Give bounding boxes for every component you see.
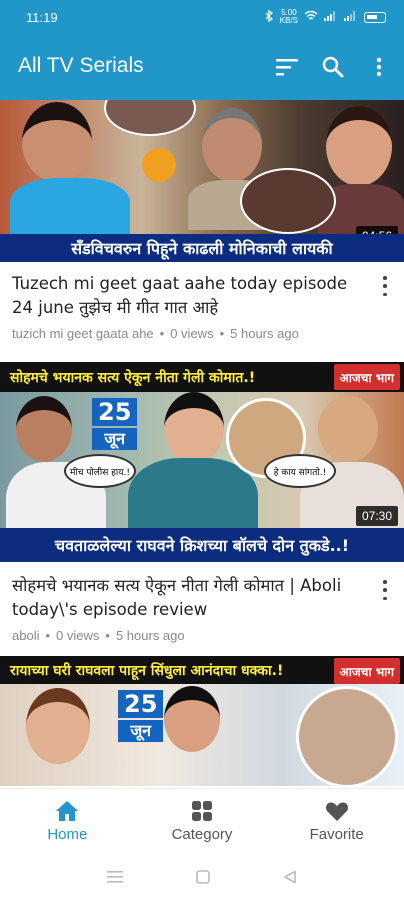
status-bar: 11:19 5.00 KB/S [0, 0, 404, 36]
video-title[interactable]: Tuzech mi geet gaat aahe today episode 2… [12, 272, 370, 320]
video-subtitle: aboli • 0 views • 5 hours ago [12, 628, 185, 643]
thumbnail-inset [240, 168, 336, 234]
nav-label-favorite: Favorite [309, 825, 364, 843]
speech-bubble: हे काय सांगतो.! [264, 454, 336, 488]
nav-label-category: Category [171, 826, 233, 843]
heart-icon [325, 802, 348, 821]
video-thumbnail[interactable]: रायाच्या घरी राघवला पाहून सिंधुला आनंदाच… [0, 656, 404, 786]
video-meta[interactable]: सोहमचे भयानक सत्य ऐकून नीता गेली कोमात |… [0, 574, 404, 654]
video-channel: tuzich mi geet gaata ahe [12, 326, 154, 341]
video-views: 0 views [170, 326, 214, 341]
video-card[interactable]: रायाच्या घरी राघवला पाहून सिंधुला आनंदाच… [0, 656, 404, 786]
signal-icon [324, 10, 338, 24]
video-time: 5 hours ago [115, 628, 185, 643]
category-grid-icon [192, 801, 212, 821]
date-month: जून [92, 428, 138, 450]
video-title[interactable]: सोहमचे भयानक सत्य ऐकून नीता गेली कोमात |… [12, 574, 370, 622]
menu-icon[interactable] [106, 870, 123, 884]
thumbnail-inset [296, 686, 398, 786]
app-bar: All TV Serials [0, 36, 404, 100]
video-thumbnail[interactable]: 04:56 सँडविचवरुन पिहूने काढली मोनिकाची ल… [0, 100, 404, 262]
thumbnail-date-badge: 25 जून [118, 690, 164, 742]
thumbnail-banner: सँडविचवरुन पिहूने काढली मोनिकाची लायकी [0, 234, 404, 262]
sort-icon[interactable] [274, 54, 300, 80]
date-number: 25 [92, 398, 138, 426]
home-icon [56, 801, 79, 821]
nav-label-home: Home [47, 826, 88, 843]
status-icons: 5.00 KB/S [265, 9, 386, 25]
date-number: 25 [118, 690, 164, 718]
more-vert-icon[interactable] [366, 54, 392, 80]
bottom-navigation: Home Category Favorite [0, 788, 404, 854]
status-time: 11:19 [26, 10, 58, 25]
video-card[interactable]: सोहमचे भयानक सत्य ऐकून नीता गेली कोमात.!… [0, 362, 404, 654]
thumbnail-tag: आजचा भाग [333, 364, 400, 390]
thumbnail-banner: चवताळलेल्या राघवने क्रिशच्या बॉलचे दोन त… [0, 528, 404, 562]
search-icon[interactable] [320, 54, 346, 80]
bluetooth-icon [265, 9, 274, 25]
video-thumbnail[interactable]: सोहमचे भयानक सत्य ऐकून नीता गेली कोमात.!… [0, 362, 404, 584]
system-navigation-bar [0, 854, 404, 900]
video-subtitle: tuzich mi geet gaata ahe • 0 views • 5 hours… [12, 326, 299, 341]
speech-bubble: मीच पोलीस हाय.! [64, 454, 136, 488]
network-speed: 5.00 KB/S [280, 9, 298, 25]
video-meta[interactable]: Tuzech mi geet gaat aahe today episode 2… [0, 262, 404, 362]
nav-item-category[interactable]: Category [135, 789, 270, 854]
network-speed-unit: KB/S [279, 16, 298, 25]
video-views: 0 views [56, 628, 100, 643]
battery-icon [364, 11, 386, 23]
thumbnail-date-badge: 25 जून [92, 398, 138, 450]
app-title: All TV Serials [18, 54, 144, 77]
date-month: जून [118, 720, 164, 742]
video-channel: aboli [12, 628, 40, 643]
signal-icon-2 [344, 10, 358, 24]
app-actions [274, 54, 392, 80]
video-duration: 07:30 [355, 506, 398, 526]
more-options-icon[interactable] [380, 580, 390, 600]
nav-item-favorite[interactable]: Favorite [269, 789, 404, 854]
back-icon[interactable] [283, 870, 297, 884]
wifi-icon [304, 10, 318, 24]
video-feed[interactable]: 04:56 सँडविचवरुन पिहूने काढली मोनिकाची ल… [0, 100, 404, 788]
video-time: 5 hours ago [230, 326, 299, 341]
thumbnail-tag: आजचा भाग [333, 658, 400, 684]
video-card[interactable]: 04:56 सँडविचवरुन पिहूने काढली मोनिकाची ल… [0, 100, 404, 362]
home-square-icon[interactable] [196, 870, 210, 884]
more-options-icon[interactable] [380, 276, 390, 296]
nav-item-home[interactable]: Home [0, 789, 135, 854]
